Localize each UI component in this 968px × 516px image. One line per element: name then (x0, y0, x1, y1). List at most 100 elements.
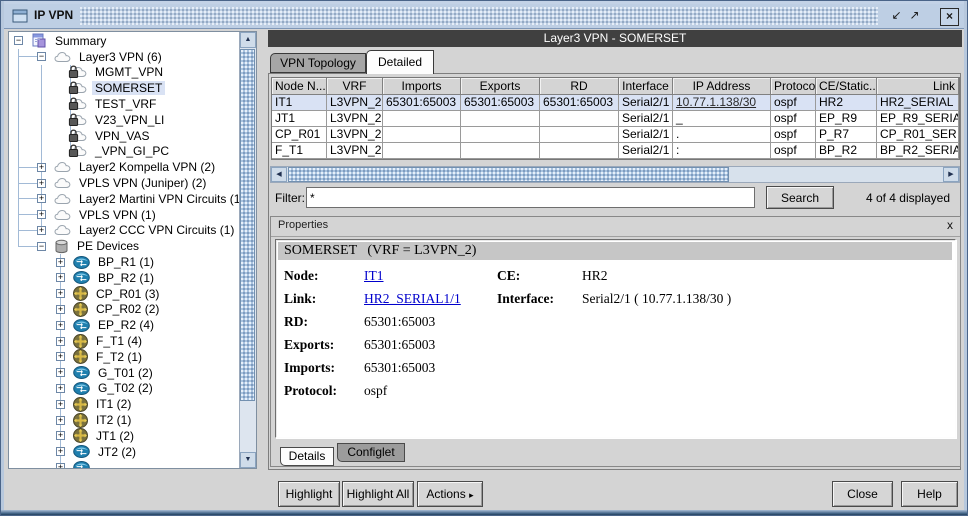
expand-icon[interactable]: + (37, 179, 46, 188)
tab-details[interactable]: Details (280, 447, 334, 466)
tree-item-v23-vpn-li[interactable]: V23_VPN_LI (10, 112, 239, 128)
scroll-left-arrow-icon[interactable]: ◀ (271, 167, 287, 182)
expand-icon[interactable]: + (56, 289, 65, 298)
search-button[interactable]: Search (766, 186, 834, 209)
filter-input[interactable] (306, 187, 755, 208)
table-header-cell[interactable]: VRF (327, 78, 383, 95)
tree-item-ep-r2-4[interactable]: +EP_R2 (4) (10, 317, 239, 333)
collapse-icon[interactable]: − (37, 52, 46, 61)
expand-icon[interactable]: + (56, 337, 65, 346)
expand-icon[interactable]: + (56, 447, 65, 456)
table-header-cell[interactable]: Interface (619, 78, 673, 95)
table-row[interactable]: F_T1L3VPN_2Serial2/1:ospfBP_R2BP_R2_SERI… (272, 143, 959, 159)
table-header-cell[interactable]: RD (540, 78, 619, 95)
table-cell: _ (673, 111, 771, 127)
window-titlebar[interactable]: IP VPN ↙ ↗ × (4, 4, 964, 29)
tree-item-layer2-kompella-vpn-2[interactable]: +Layer2 Kompella VPN (2) (10, 159, 239, 175)
expand-icon[interactable]: + (37, 163, 46, 172)
tree-item-bp-r1-1[interactable]: +BP_R1 (1) (10, 254, 239, 270)
window-close-button[interactable]: × (940, 8, 959, 26)
expand-icon[interactable]: + (56, 352, 65, 361)
expand-icon[interactable]: + (56, 273, 65, 282)
scroll-up-arrow-icon[interactable]: ▲ (240, 32, 256, 48)
tree-item-bp-r2-1[interactable]: +BP_R2 (1) (10, 270, 239, 286)
expand-icon[interactable]: + (56, 321, 65, 330)
table-scrollbar-thumb[interactable] (288, 167, 729, 182)
tree-item-test-vrf[interactable]: TEST_VRF (10, 96, 239, 112)
table-cell: BP_R2_SERIA (877, 143, 959, 159)
expand-icon[interactable]: + (56, 463, 65, 468)
tree-item-it1-2[interactable]: +IT1 (2) (10, 396, 239, 412)
expand-icon[interactable]: + (56, 431, 65, 440)
table-header-cell[interactable]: Protocol (771, 78, 816, 95)
tab-configlet[interactable]: Configlet (337, 443, 405, 462)
expand-icon[interactable]: + (56, 400, 65, 409)
close-button[interactable]: Close (832, 481, 893, 507)
table-cell: 65301:65003 (461, 95, 540, 111)
tree-item-jt2-2[interactable]: +JT2 (2) (10, 444, 239, 460)
tree-item-label: SOMERSET (92, 81, 165, 95)
window-frame-bottom (0, 510, 968, 516)
tree-item-layer2-ccc-vpn-circuits-1[interactable]: +Layer2 CCC VPN Circuits (1) (10, 223, 239, 239)
table-header-row: Node N...VRFImportsExportsRDInterfaceIP … (272, 78, 959, 95)
table-horizontal-scrollbar[interactable]: ◀ ▶ (270, 166, 960, 183)
tab-vpn-topology[interactable]: VPN Topology (270, 53, 366, 73)
tree-item-cp-r02-2[interactable]: +CP_R02 (2) (10, 302, 239, 318)
tree-vertical-scrollbar[interactable]: ▲ ▼ (239, 32, 256, 468)
property-value-link[interactable]: IT1 (364, 268, 497, 284)
scroll-down-arrow-icon[interactable]: ▼ (240, 452, 256, 468)
tree-item-g-t01-2[interactable]: +G_T01 (2) (10, 365, 239, 381)
table-header-cell[interactable]: Link (877, 78, 959, 95)
table-header-cell[interactable]: CE/Static... (816, 78, 877, 95)
tree-item-cp-r01-3[interactable]: +CP_R01 (3) (10, 286, 239, 302)
tree-item-summary[interactable]: −Summary (10, 33, 239, 49)
table-cell: ospf (771, 143, 816, 159)
tree-item-mgmt-vpn[interactable]: MGMT_VPN (10, 65, 239, 81)
tree-item-vpls-vpn-juniper-2[interactable]: +VPLS VPN (Juniper) (2) (10, 175, 239, 191)
table-header-cell[interactable]: Imports (383, 78, 461, 95)
table-header-cell[interactable]: IP Address (673, 78, 771, 95)
help-button[interactable]: Help (901, 481, 958, 507)
results-count: 4 of 4 displayed (866, 191, 950, 205)
actions-button[interactable]: Actions ▸ (417, 481, 483, 507)
collapse-icon[interactable]: − (37, 242, 46, 251)
table-header-cell[interactable]: Exports (461, 78, 540, 95)
tree-item-vpls-vpn-1[interactable]: +VPLS VPN (1) (10, 207, 239, 223)
tree-item-f-t2-1[interactable]: +F_T2 (1) (10, 349, 239, 365)
tree-item-somerset[interactable]: SOMERSET (10, 80, 239, 96)
expand-icon[interactable]: + (37, 210, 46, 219)
expand-icon[interactable]: + (56, 368, 65, 377)
tree-scrollbar-thumb[interactable] (240, 49, 255, 401)
property-row: Node:IT1CE:HR2 (284, 264, 951, 287)
tree-item-pe-devices[interactable]: −PE Devices (10, 238, 239, 254)
tree-item-it2-1[interactable]: +IT2 (1) (10, 412, 239, 428)
tree-item-vpn-vas[interactable]: VPN_VAS (10, 128, 239, 144)
property-value-link[interactable]: HR2_SERIAL1/1 (364, 291, 497, 307)
table-row[interactable]: JT1L3VPN_2Serial2/1_ospfEP_R9EP_R9_SERIA (272, 111, 959, 127)
properties-close-icon[interactable]: x (947, 218, 953, 232)
collapse-icon[interactable]: − (14, 36, 23, 45)
tree-item-layer2-martini-vpn-circuits-1[interactable]: +Layer2 Martini VPN Circuits (1) (10, 191, 239, 207)
table-header-cell[interactable]: Node N... (272, 78, 327, 95)
table-row[interactable]: CP_R01L3VPN_2Serial2/1.ospfP_R7CP_R01_SE… (272, 127, 959, 143)
tab-detailed[interactable]: Detailed (366, 50, 434, 74)
expand-icon[interactable]: + (56, 258, 65, 267)
minimize-button[interactable]: ↙ (888, 8, 905, 24)
expand-icon[interactable]: + (56, 305, 65, 314)
highlight-all-button[interactable]: Highlight All (342, 481, 414, 507)
ip-address-link[interactable]: 10.77.1.138/30 (673, 95, 771, 111)
tree-item-vpn-gi-pc[interactable]: _VPN_GI_PC (10, 144, 239, 160)
table-row[interactable]: IT1L3VPN_265301:6500365301:6500365301:65… (272, 95, 959, 111)
expand-icon[interactable]: + (37, 226, 46, 235)
tree-item-layer3-vpn-6[interactable]: −Layer3 VPN (6) (10, 49, 239, 65)
expand-icon[interactable]: + (56, 384, 65, 393)
expand-icon[interactable]: + (56, 416, 65, 425)
expand-icon[interactable]: + (37, 194, 46, 203)
tree-item-f-t1-4[interactable]: +F_T1 (4) (10, 333, 239, 349)
highlight-button[interactable]: Highlight (278, 481, 340, 507)
tree-item-g-t02-2[interactable]: +G_T02 (2) (10, 381, 239, 397)
tree-item-jt1-2[interactable]: +JT1 (2) (10, 428, 239, 444)
tree-item-clipped[interactable]: + (10, 460, 239, 468)
scroll-right-arrow-icon[interactable]: ▶ (943, 167, 959, 182)
maximize-button[interactable]: ↗ (906, 8, 923, 24)
